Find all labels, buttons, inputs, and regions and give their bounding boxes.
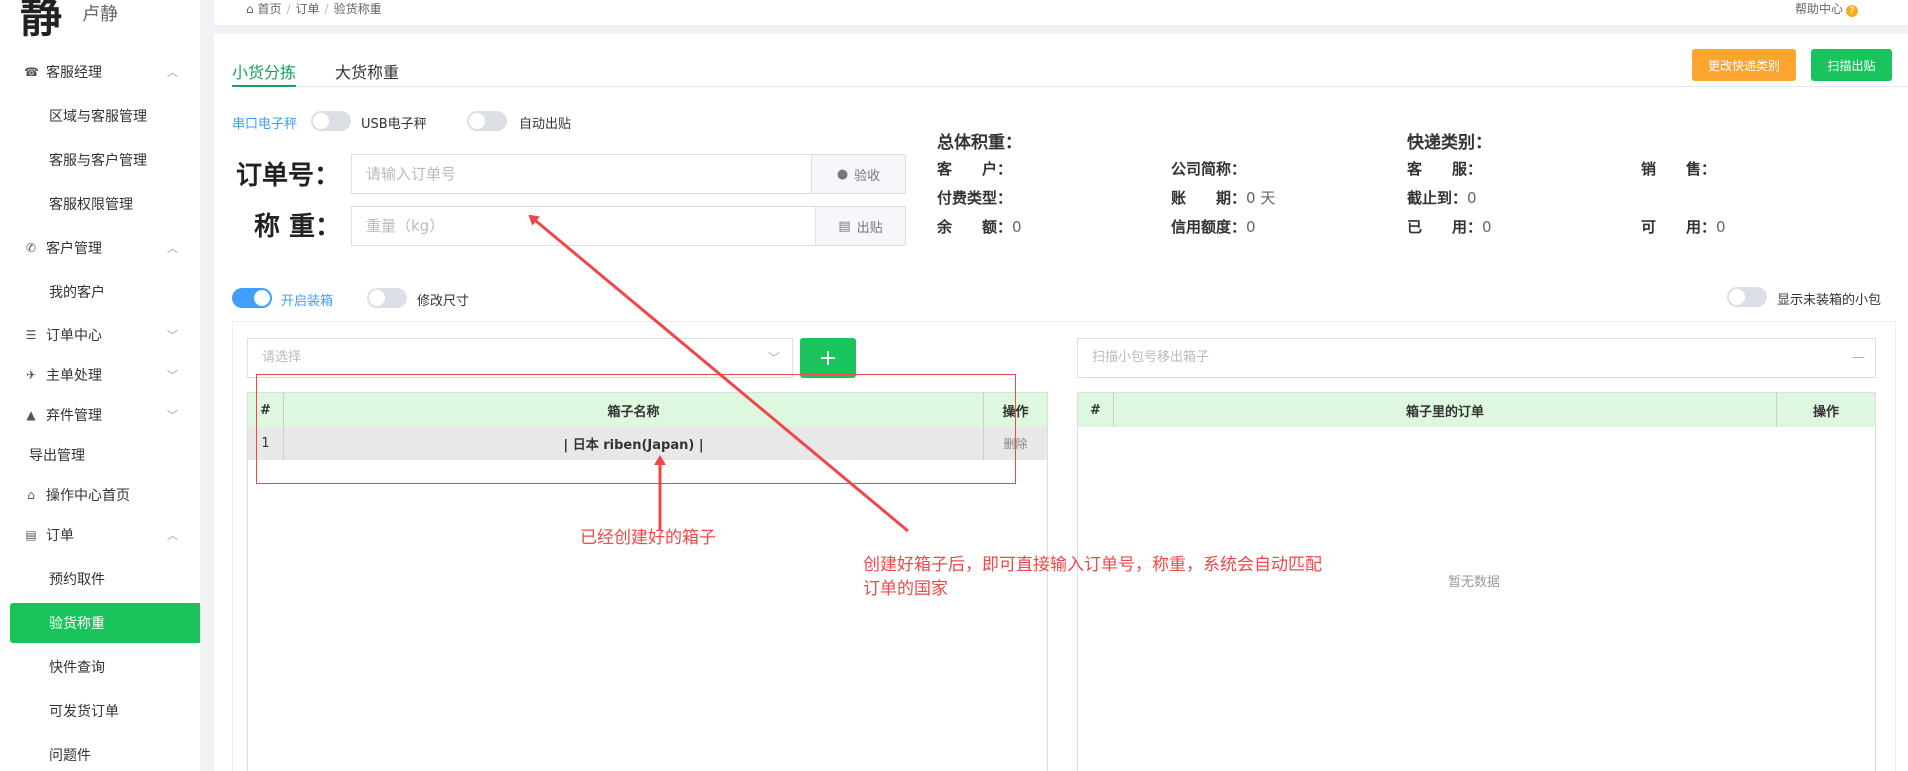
phone-icon: ☎: [24, 65, 39, 79]
sidebar-item-label: 验货称重: [49, 616, 105, 632]
annotation-arrows: [528, 214, 909, 533]
chevron-down-icon: ﹀: [167, 329, 178, 342]
sidebar-item-operation-home[interactable]: ⌂ 操作中心首页: [0, 475, 200, 515]
sidebar-item-label: 客服与客户管理: [49, 153, 147, 169]
list-icon: ☰: [25, 328, 37, 342]
sidebar-item-abandoned[interactable]: ▲ 弃件管理 ﹀: [0, 395, 200, 435]
sidebar-item-my-customers[interactable]: 我的客户: [0, 272, 200, 312]
sidebar-item-label: 订单: [46, 528, 74, 544]
sidebar-item-customer-management[interactable]: ✆ 客户管理 ︿: [0, 228, 200, 268]
sidebar-item-label: 快件查询: [49, 660, 105, 676]
sidebar-item-shippable[interactable]: 可发货订单: [0, 691, 200, 731]
main: ⌂ 首页 / 订单 / 验货称重 帮助中心? 小货分拣 大货称重 更改快递类别 扫描出贴…: [214, 0, 1908, 771]
logo-text: 卢静: [82, 4, 119, 25]
sidebar-item-master-order[interactable]: ✈ 主单处理 ﹀: [0, 355, 200, 395]
chevron-down-icon: ﹀: [167, 409, 178, 422]
chevron-up-icon: ︿: [167, 242, 178, 255]
arrow-to-order-input: [528, 214, 909, 533]
chevron-up-icon: ︿: [167, 66, 178, 79]
sidebar-item-express-query[interactable]: 快件查询: [0, 647, 200, 687]
sidebar-item-inspect-weigh[interactable]: 验货称重: [10, 603, 200, 643]
sidebar-item-label: 操作中心首页: [46, 488, 130, 504]
home-icon: ⌂: [27, 488, 35, 502]
sidebar-item-label: 问题件: [49, 748, 91, 764]
sidebar-item-label: 我的客户: [49, 285, 105, 301]
sidebar-item-label: 预约取件: [49, 572, 105, 588]
sidebar-item-service-permission[interactable]: 客服权限管理: [0, 184, 200, 224]
sidebar-item-label: 客户管理: [46, 241, 102, 257]
sidebar-item-problem[interactable]: 问题件: [0, 735, 200, 771]
sidebar-item-orders[interactable]: ▤ 订单 ︿: [0, 515, 200, 555]
sidebar-item-pickup[interactable]: 预约取件: [0, 559, 200, 599]
plane-icon: ✈: [25, 368, 37, 382]
sidebar-item-export[interactable]: 导出管理: [0, 435, 200, 475]
file-icon: ▤: [25, 528, 37, 542]
sidebar: 静 卢静 ☎ 客服经理 ︿ 区域与客服管理 客服与客户管理 客服权限管理 ✆ 客户管理…: [0, 0, 200, 771]
phone-book-icon: ✆: [25, 241, 37, 255]
chevron-up-icon: ︿: [167, 529, 178, 542]
sidebar-item-order-center[interactable]: ☰ 订单中心 ﹀: [0, 315, 200, 355]
sidebar-item-region-service[interactable]: 区域与客服管理: [0, 96, 200, 136]
warning-icon: ▲: [26, 408, 36, 422]
sidebar-item-service-customer[interactable]: 客服与客户管理: [0, 140, 200, 180]
sidebar-item-label: 订单中心: [46, 328, 102, 344]
logo: 静 卢静: [20, 0, 118, 42]
logo-mark: 静: [20, 0, 63, 42]
sidebar-item-label: 区域与客服管理: [49, 109, 147, 125]
sidebar-item-label: 可发货订单: [49, 704, 119, 720]
sidebar-item-label: 主单处理: [46, 368, 102, 384]
sidebar-item-label: 导出管理: [29, 448, 85, 464]
chevron-down-icon: ﹀: [167, 369, 178, 382]
sidebar-item-service-manager[interactable]: ☎ 客服经理 ︿: [0, 52, 200, 92]
sidebar-item-label: 弃件管理: [46, 408, 102, 424]
sidebar-item-label: 客服经理: [46, 65, 102, 81]
sidebar-item-label: 客服权限管理: [49, 197, 133, 213]
